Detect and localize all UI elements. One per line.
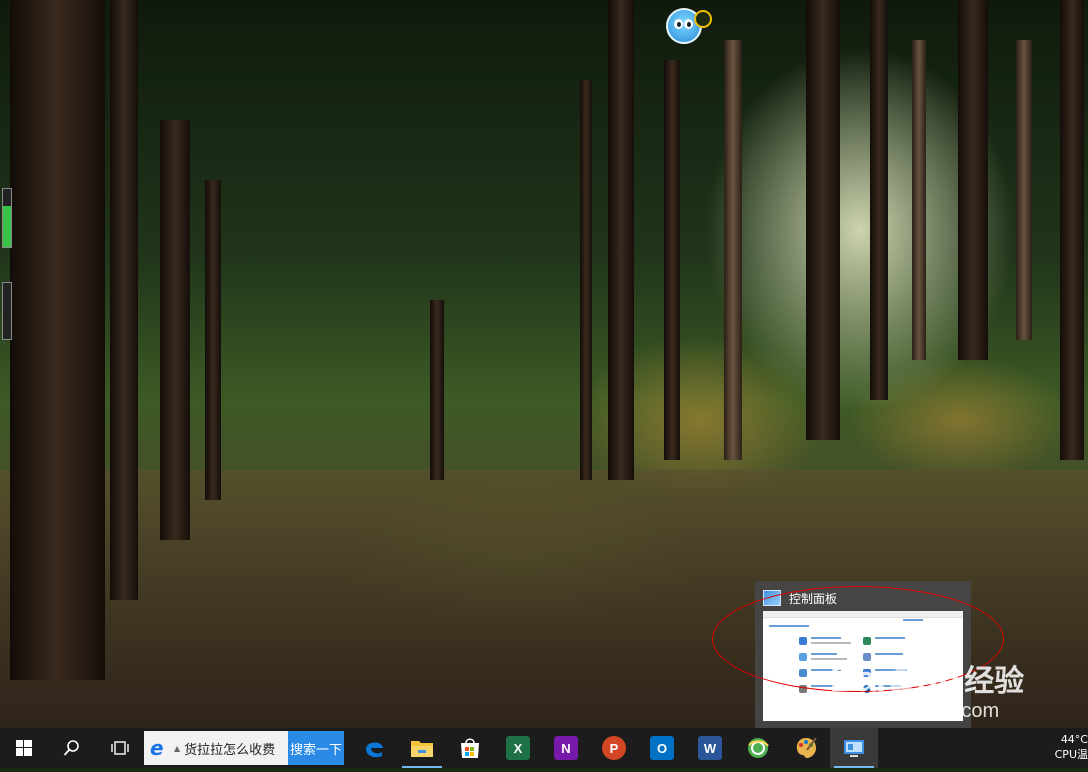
cpu-temperature: 44°C — [1060, 733, 1088, 746]
excel-icon: X — [506, 736, 530, 760]
search-ring-icon[interactable] — [694, 10, 712, 28]
tree-trunk — [870, 0, 888, 400]
powerpoint-icon: P — [602, 736, 626, 760]
tree-trunk — [160, 120, 190, 540]
search-input[interactable]: e ▲ 货拉拉怎么收费 — [144, 731, 288, 765]
tree-trunk — [205, 180, 221, 500]
taskbar-app-edge[interactable] — [350, 728, 398, 768]
taskbar-app-360-browser[interactable] — [734, 728, 782, 768]
cortana-search-button[interactable] — [48, 728, 96, 768]
windows-logo-icon — [16, 740, 32, 756]
tree-trunk — [958, 0, 988, 360]
cpu-temperature-label: CPU温 — [1054, 748, 1088, 761]
taskbar-app-explorer[interactable] — [398, 728, 446, 768]
taskbar: e ▲ 货拉拉怎么收费 搜索一下 X N P O W 44°C CPU温 — [0, 728, 1088, 768]
edge-icon — [366, 742, 383, 758]
memory-meter[interactable] — [2, 188, 12, 248]
tree-trunk — [664, 60, 680, 460]
task-view-button[interactable] — [96, 728, 144, 768]
tree-trunk — [110, 0, 138, 600]
tree-trunk — [430, 300, 444, 480]
tree-trunk — [912, 40, 926, 360]
ie-logo-icon: e — [150, 736, 164, 760]
tree-trunk — [1016, 40, 1032, 340]
task-view-icon — [111, 741, 129, 755]
watermark-url: jingyan.baidu.com — [838, 700, 1000, 722]
tree-trunk — [580, 80, 592, 480]
taskbar-app-excel[interactable]: X — [494, 728, 542, 768]
word-icon: W — [698, 736, 722, 760]
taskbar-app-onenote[interactable]: N — [542, 728, 590, 768]
tree-trunk — [608, 0, 634, 480]
search-submit-button[interactable]: 搜索一下 — [288, 731, 344, 765]
taskbar-app-store[interactable] — [446, 728, 494, 768]
baidu-logo: Bai✿du 经验 — [830, 658, 1025, 699]
taskbar-app-control-panel[interactable] — [830, 728, 878, 768]
taskbar-app-powerpoint[interactable]: P — [590, 728, 638, 768]
tree-trunk — [806, 0, 840, 440]
paint-palette-icon — [796, 737, 817, 758]
tree-trunk — [1060, 0, 1084, 460]
taskbar-app-outlook[interactable]: O — [638, 728, 686, 768]
360-browser-icon — [748, 738, 769, 758]
search-text: 货拉拉怎么收费 — [184, 742, 276, 758]
tree-trunk — [10, 0, 105, 680]
tree-trunk — [724, 40, 742, 460]
store-icon — [461, 738, 479, 758]
folder-icon — [411, 741, 433, 757]
system-tray[interactable]: 44°C CPU温 — [1048, 728, 1088, 772]
taskbar-app-word[interactable]: W — [686, 728, 734, 768]
control-panel-icon — [844, 740, 864, 757]
outlook-icon: O — [650, 736, 674, 760]
dropdown-arrow-icon[interactable]: ▲ — [174, 744, 180, 753]
search-icon — [63, 740, 79, 756]
start-button[interactable] — [0, 728, 48, 768]
taskbar-app-paint[interactable] — [782, 728, 830, 768]
network-meter[interactable] — [2, 282, 12, 340]
onenote-icon: N — [554, 736, 578, 760]
